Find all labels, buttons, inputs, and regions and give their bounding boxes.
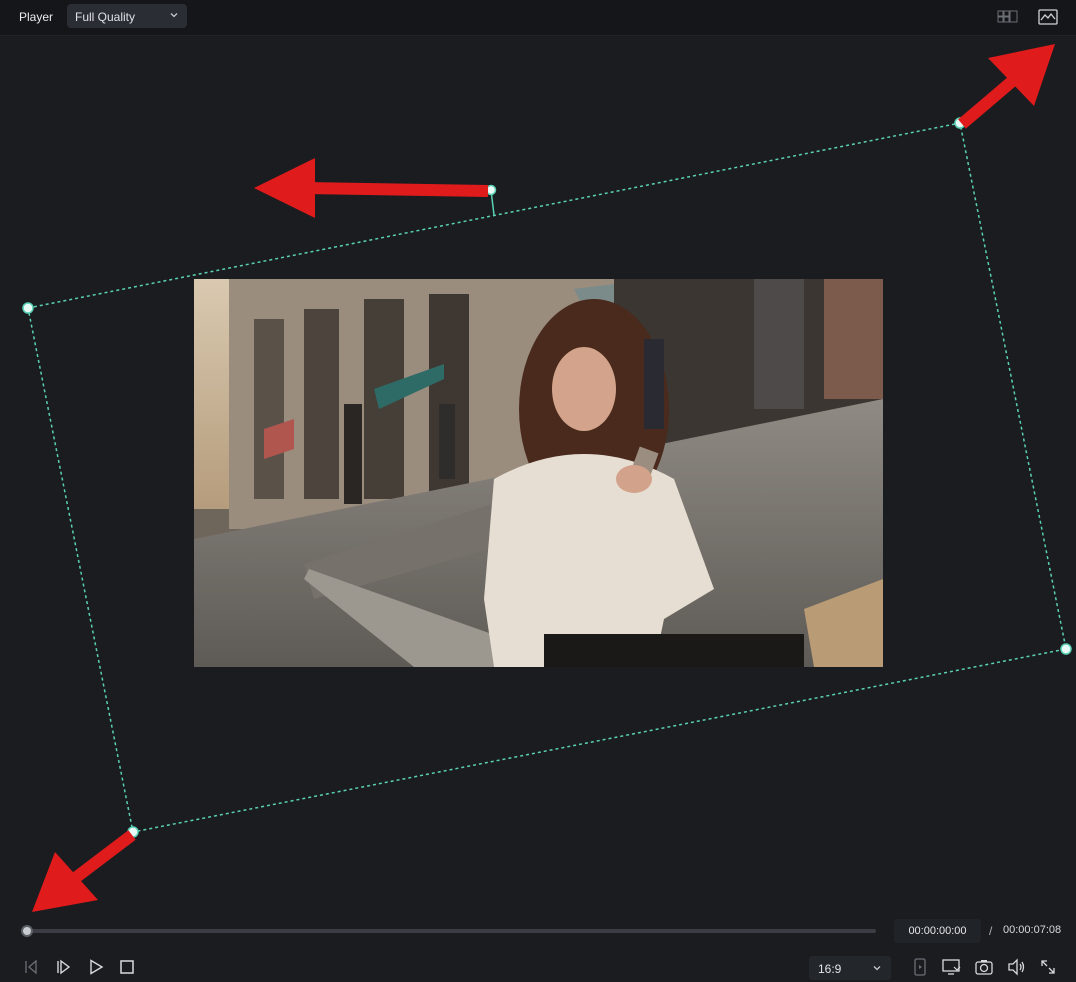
street-photo-image (194, 279, 883, 667)
play-icon[interactable] (86, 957, 106, 977)
time-separator: / (989, 924, 993, 938)
display-settings-icon[interactable] (941, 957, 961, 977)
stop-icon[interactable] (117, 957, 137, 977)
current-time[interactable]: 00:00:00:00 (894, 919, 981, 943)
player-toolbar: Player Full Quality (0, 0, 1076, 36)
aspect-ratio-value: 16:9 (818, 962, 842, 976)
player-title: Player (19, 10, 54, 24)
snapshot-icon[interactable] (974, 957, 994, 977)
progress-bar[interactable] (27, 929, 876, 933)
volume-icon[interactable] (1006, 957, 1026, 977)
chevron-down-icon (170, 13, 178, 18)
quality-dropdown[interactable]: Full Quality (67, 4, 187, 28)
playhead-knob[interactable] (21, 925, 33, 937)
aspect-ratio-dropdown[interactable]: 16:9 (809, 956, 891, 980)
next-frame-icon[interactable] (53, 957, 73, 977)
image-waveform-icon[interactable] (1036, 7, 1060, 27)
fullscreen-icon[interactable] (1038, 957, 1058, 977)
chevron-down-icon (873, 966, 881, 971)
video-frame[interactable] (194, 279, 883, 667)
total-duration: 00:00:07:08 (1003, 924, 1062, 936)
quality-value: Full Quality (75, 10, 136, 24)
previous-frame-icon[interactable] (21, 957, 41, 977)
render-preview-icon[interactable] (910, 957, 930, 977)
grid-view-icon[interactable] (996, 7, 1020, 27)
